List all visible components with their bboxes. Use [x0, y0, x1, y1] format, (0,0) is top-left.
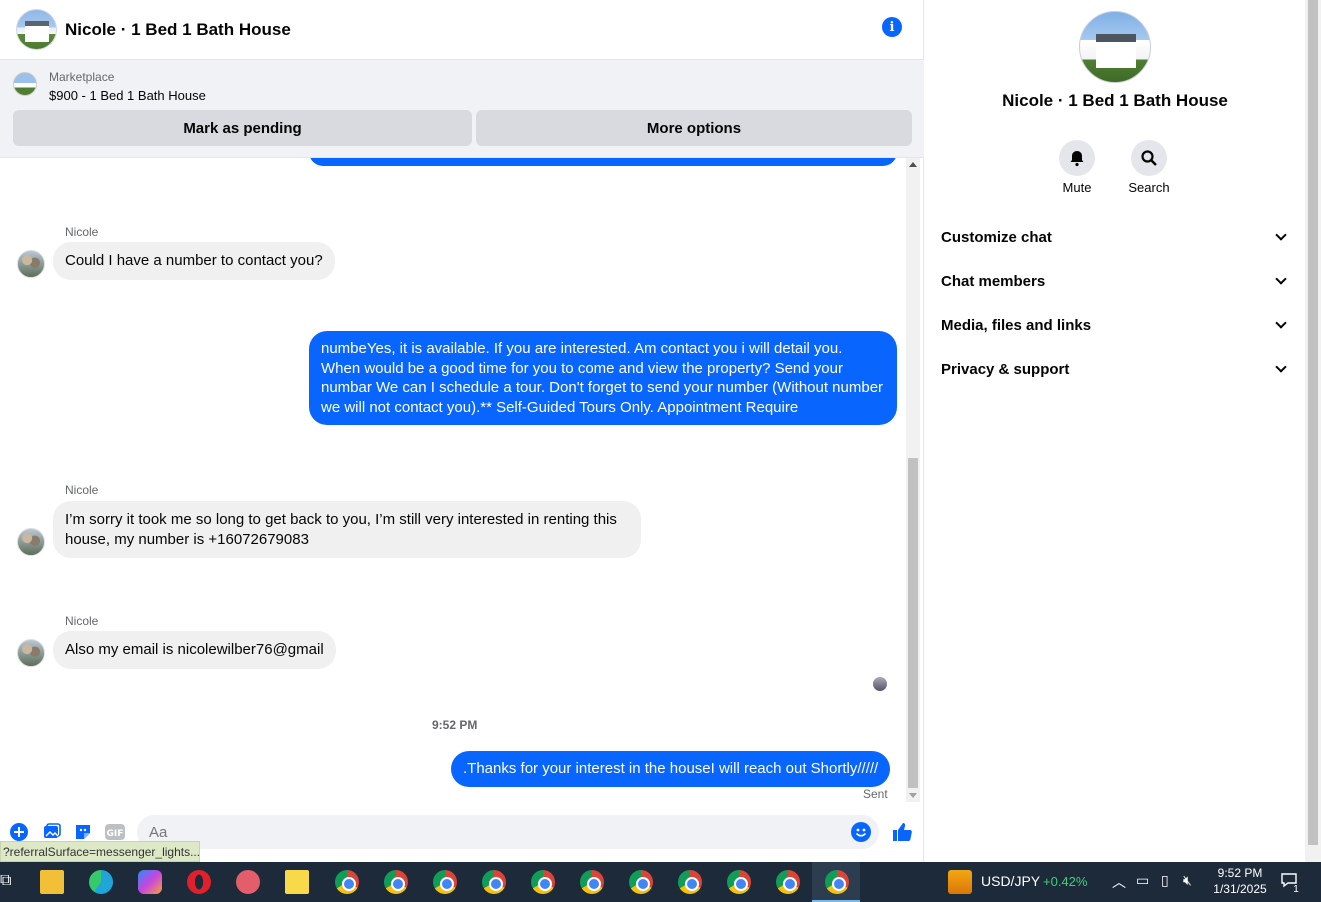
- message-bubble-outgoing[interactable]: numbeYes, it is available. If you are in…: [309, 331, 897, 425]
- plus-icon[interactable]: [9, 822, 29, 842]
- thumbs-up-icon[interactable]: [891, 820, 913, 844]
- section-label: Media, files and links: [941, 316, 1092, 334]
- chrome-icon[interactable]: [776, 870, 800, 894]
- ticker-symbol[interactable]: USD/JPY: [981, 873, 1040, 889]
- marketplace-label: Marketplace: [49, 70, 115, 84]
- message-input-container[interactable]: [137, 815, 879, 849]
- search-icon[interactable]: [1131, 140, 1167, 176]
- chat-members-section[interactable]: Chat members: [941, 259, 1289, 303]
- sender-avatar[interactable]: [17, 639, 45, 667]
- chrome-icon[interactable]: [384, 870, 408, 894]
- sender-name: Nicole: [65, 614, 99, 628]
- search-label: Search: [1128, 180, 1170, 195]
- sent-status: Sent: [863, 787, 888, 801]
- media-files-links-section[interactable]: Media, files and links: [941, 303, 1289, 347]
- chrome-icon[interactable]: [825, 870, 849, 894]
- ticker-change: +0.42%: [1043, 874, 1088, 889]
- chevron-down-icon: [1275, 229, 1287, 241]
- message-input[interactable]: [149, 823, 839, 841]
- chat-info-panel: Nicole · 1 Bed 1 Bath House Mute Search …: [925, 0, 1305, 862]
- message-bubble-partial: [309, 158, 897, 166]
- page-scroll-thumb[interactable]: [1308, 0, 1318, 845]
- notification-count: 1: [1293, 884, 1299, 895]
- chrome-icon[interactable]: [580, 870, 604, 894]
- clock-time: 9:52 PM: [1217, 866, 1263, 880]
- sticky-notes-icon[interactable]: [285, 870, 309, 894]
- screen: Nicole · 1 Bed 1 Bath House i Marketplac…: [0, 0, 1321, 902]
- listing-thumbnail[interactable]: [13, 72, 37, 96]
- mute-button[interactable]: Mute: [1047, 140, 1107, 195]
- chevron-down-icon: [1275, 273, 1287, 285]
- info-icon[interactable]: i: [882, 17, 902, 37]
- chat-window: Nicole · 1 Bed 1 Bath House i Marketplac…: [0, 0, 924, 862]
- display-icon[interactable]: ▯: [1161, 872, 1169, 889]
- copilot-icon[interactable]: [138, 870, 162, 894]
- scroll-thumb[interactable]: [908, 458, 918, 788]
- search-button[interactable]: Search: [1119, 140, 1179, 195]
- message-bubble-incoming[interactable]: I’m sorry it took me so long to get back…: [53, 501, 641, 558]
- network-icon[interactable]: ▭: [1136, 872, 1149, 889]
- section-label: Privacy & support: [941, 360, 1070, 378]
- chrome-icon[interactable]: [482, 870, 506, 894]
- volume-muted-icon[interactable]: 🔇︎: [1183, 872, 1192, 889]
- chrome-icon[interactable]: [629, 870, 653, 894]
- chat-header: Nicole · 1 Bed 1 Bath House i: [0, 0, 924, 60]
- emoji-icon[interactable]: [851, 822, 871, 842]
- file-explorer-icon[interactable]: [40, 870, 64, 894]
- marketplace-bar: Marketplace $900 - 1 Bed 1 Bath House Ma…: [0, 60, 924, 158]
- task-view-icon[interactable]: ⧉: [0, 872, 11, 890]
- sender-name: Nicole: [65, 483, 99, 497]
- chevron-down-icon: [1275, 317, 1287, 329]
- mute-label: Mute: [1062, 180, 1092, 195]
- section-label: Chat members: [941, 272, 1046, 290]
- gif-icon[interactable]: GIF: [104, 822, 126, 842]
- listing-title[interactable]: $900 - 1 Bed 1 Bath House: [49, 88, 206, 103]
- stocks-widget-icon[interactable]: [948, 870, 972, 894]
- svg-text:GIF: GIF: [107, 829, 124, 839]
- chevron-up-icon[interactable]: ︿: [1112, 872, 1126, 892]
- profile-name[interactable]: Nicole · 1 Bed 1 Bath House: [925, 91, 1305, 111]
- sticker-icon[interactable]: [73, 822, 93, 842]
- clock-date: 1/31/2025: [1213, 882, 1267, 896]
- profile-avatar[interactable]: [1079, 11, 1151, 83]
- chrome-icon[interactable]: [727, 870, 751, 894]
- message-scrollbar[interactable]: [906, 158, 920, 802]
- chrome-icon[interactable]: [531, 870, 555, 894]
- sender-avatar[interactable]: [17, 250, 45, 278]
- sender-avatar[interactable]: [17, 528, 45, 556]
- chat-avatar[interactable]: [16, 9, 57, 50]
- clock[interactable]: 9:52 PM 1/31/2025: [1208, 865, 1272, 897]
- more-options-button[interactable]: More options: [476, 110, 912, 146]
- privacy-support-section[interactable]: Privacy & support: [941, 347, 1289, 391]
- mark-as-pending-button[interactable]: Mark as pending: [13, 110, 472, 146]
- message-bubble-incoming[interactable]: Also my email is nicolewilber76@gmail: [53, 631, 336, 669]
- chrome-icon[interactable]: [678, 870, 702, 894]
- chrome-icon[interactable]: [335, 870, 359, 894]
- chrome-icon[interactable]: [433, 870, 457, 894]
- edge-browser-icon[interactable]: [89, 870, 113, 894]
- sender-name: Nicole: [65, 225, 99, 239]
- link-status-tooltip: ?referralSurface=messenger_lights...: [0, 841, 200, 862]
- read-receipt-avatar: [873, 677, 887, 691]
- message-list: Nicole Could I have a number to contact …: [0, 158, 906, 802]
- photo-icon[interactable]: [42, 822, 62, 842]
- message-timestamp: 9:52 PM: [432, 718, 478, 732]
- customize-chat-section[interactable]: Customize chat: [941, 215, 1289, 259]
- section-label: Customize chat: [941, 228, 1052, 246]
- snipping-tool-icon[interactable]: [236, 870, 260, 894]
- page-scrollbar[interactable]: [1305, 0, 1321, 862]
- chevron-down-icon: [1275, 361, 1287, 373]
- windows-taskbar: ⧉ USD/JPY +0.42% ︿ ▭ ▯ 🔇︎ 9:52 PM 1/31/2…: [0, 862, 1321, 902]
- chat-title[interactable]: Nicole · 1 Bed 1 Bath House: [65, 20, 291, 40]
- message-bubble-incoming[interactable]: Could I have a number to contact you?: [53, 242, 335, 280]
- scroll-up-arrow-icon[interactable]: [909, 162, 917, 167]
- bell-icon[interactable]: [1059, 140, 1095, 176]
- opera-browser-icon[interactable]: [187, 870, 211, 894]
- scroll-down-arrow-icon[interactable]: [909, 793, 917, 798]
- message-bubble-outgoing[interactable]: .Thanks for your interest in the houseI …: [451, 751, 891, 787]
